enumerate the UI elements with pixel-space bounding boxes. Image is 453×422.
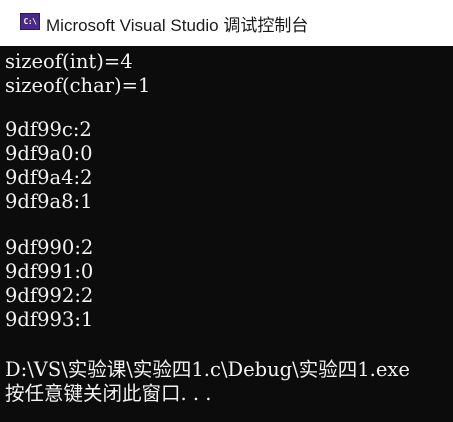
console-line-char-address-1: 9df990:2 [5,236,94,259]
console-line-int-address-3: 9df9a4:2 [5,166,93,189]
console-line-press-any-key: 按任意键关闭此窗口. . . [5,382,212,405]
console-app-icon: C:\ [20,13,40,30]
console-output[interactable]: sizeof(int)=4 sizeof(char)=1 9df99c:2 9d… [0,46,453,422]
title-bar[interactable]: C:\ Microsoft Visual Studio 调试控制台 [0,0,453,46]
console-line-sizeof-char: sizeof(char)=1 [5,74,151,97]
console-line-int-address-2: 9df9a0:0 [5,142,93,165]
console-line-exe-path: D:\VS\实验课\实验四1.c\Debug\实验四1.exe [5,358,410,381]
console-line-sizeof-int: sizeof(int)=4 [5,50,133,73]
console-line-char-address-4: 9df993:1 [5,308,94,331]
console-line-int-address-4: 9df9a8:1 [5,190,93,213]
console-line-char-address-3: 9df992:2 [5,284,94,307]
window-title: Microsoft Visual Studio 调试控制台 [46,16,309,35]
console-line-int-address-1: 9df99c:2 [5,118,92,141]
console-line-char-address-2: 9df991:0 [5,260,94,283]
console-window: C:\ Microsoft Visual Studio 调试控制台 sizeof… [0,0,453,422]
